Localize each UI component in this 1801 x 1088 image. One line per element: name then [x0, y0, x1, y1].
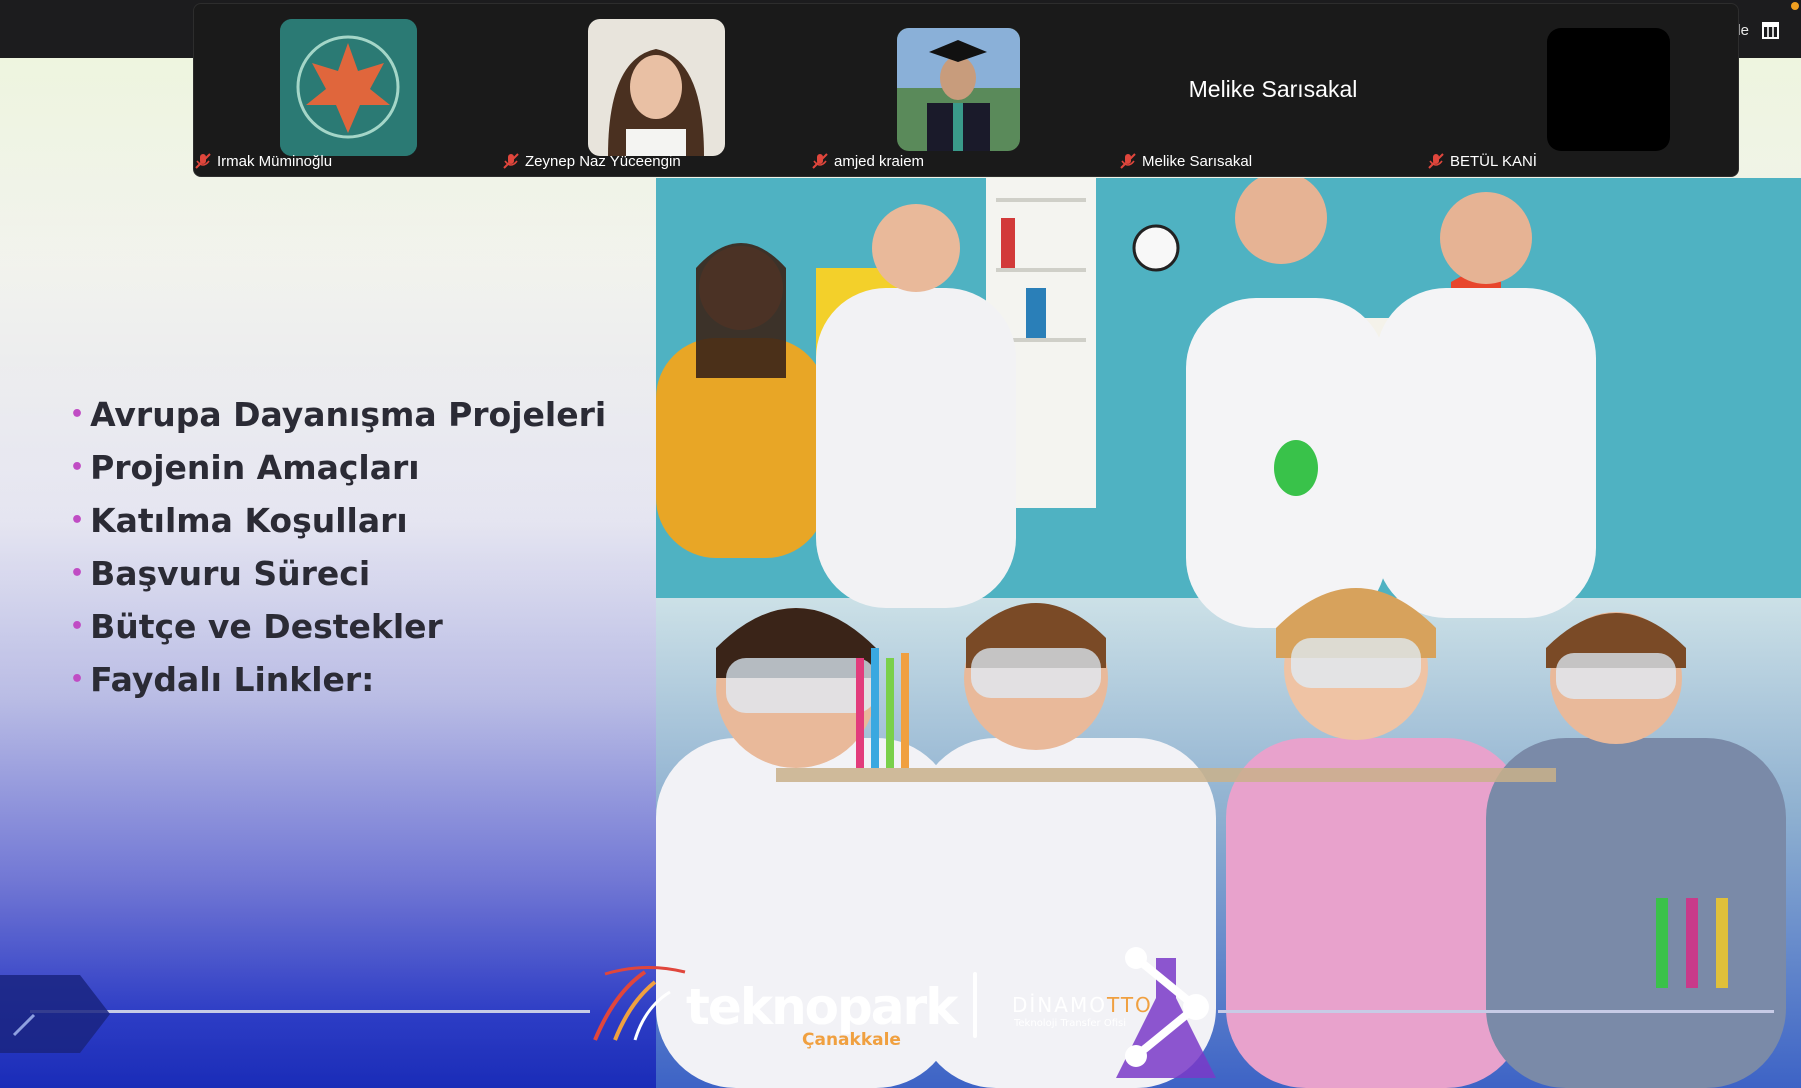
participant-tile[interactable]: Zeynep Naz Yüceengin	[502, 4, 810, 178]
bullet-item: • Başvuru Süreci	[70, 554, 371, 593]
participant-name: BETÜL KANİ	[1427, 152, 1537, 170]
participant-name: Melike Sarısakal	[1119, 152, 1252, 170]
participant-name: Irmak Müminoğlu	[194, 152, 332, 170]
teknopark-city-text: Çanakkale	[802, 1030, 901, 1050]
participant-video-strip: Irmak Müminoğlu Zeynep Naz Yüceengin amj…	[193, 3, 1739, 177]
shared-slide: • Avrupa Dayanışma Projeleri • Projenin Am…	[0, 58, 1801, 1088]
teknopark-logo-icon	[593, 966, 686, 1041]
teknopark-logo-text: teknopark	[686, 978, 958, 1036]
maple-leaf-avatar-icon	[280, 19, 417, 156]
slide-bullet-list: • Avrupa Dayanışma Projeleri • Projenin Am…	[70, 388, 606, 706]
participant-tile[interactable]: Irmak Müminoğlu	[194, 4, 502, 178]
bullet-item: • Bütçe ve Destekler	[70, 607, 443, 646]
dinamo-network-icon	[1125, 947, 1209, 1067]
science-lab-photo	[656, 178, 1801, 1088]
mic-muted-icon	[1428, 153, 1444, 169]
participant-display-name: Melike Sarısakal	[1188, 76, 1358, 102]
participant-avatar	[280, 19, 417, 156]
logo-divider	[973, 972, 977, 1038]
participant-tile[interactable]: BETÜL KANİ	[1427, 4, 1735, 178]
participant-video-off	[1547, 28, 1670, 151]
bullet-dot-icon: •	[70, 508, 85, 533]
bullet-dot-icon: •	[70, 455, 85, 480]
mic-muted-icon	[812, 153, 828, 169]
bullet-dot-icon: •	[70, 561, 85, 586]
mic-muted-icon	[503, 153, 519, 169]
bullet-item: • Avrupa Dayanışma Projeleri	[70, 395, 607, 434]
participant-name: amjed kraiem	[811, 152, 924, 170]
pencil-arrow-icon	[0, 975, 110, 1053]
participant-photo	[588, 19, 725, 156]
dinamo-subtitle: Teknoloji Transfer Ofisi	[1014, 1018, 1126, 1029]
bullet-item: • Katılma Koşulları	[70, 501, 408, 540]
mic-muted-icon	[1120, 153, 1136, 169]
bullet-item: • Projenin Amaçları	[70, 448, 420, 487]
footer-divider-line	[30, 1010, 590, 1013]
participant-tile[interactable]: amjed kraiem	[811, 4, 1119, 178]
participant-avatar	[588, 19, 725, 156]
meeting-window: üle •Avrupa Dayanışma Projeleri •Projeni…	[0, 0, 1801, 1088]
participant-photo	[897, 28, 1020, 151]
mic-muted-icon	[195, 153, 211, 169]
grid-view-icon[interactable]	[1762, 22, 1779, 39]
bullet-dot-icon: •	[70, 614, 85, 639]
participant-avatar	[897, 28, 1020, 151]
bullet-item: • Faydalı Linkler:	[70, 660, 375, 699]
participant-name: Zeynep Naz Yüceengin	[502, 152, 681, 170]
bullet-dot-icon: •	[70, 402, 85, 427]
participant-tile[interactable]: Melike Sarısakal Melike Sarısakal	[1119, 4, 1427, 178]
notification-dot	[1791, 2, 1799, 10]
bullet-dot-icon: •	[70, 667, 85, 692]
footer-divider-line	[1218, 1010, 1774, 1013]
